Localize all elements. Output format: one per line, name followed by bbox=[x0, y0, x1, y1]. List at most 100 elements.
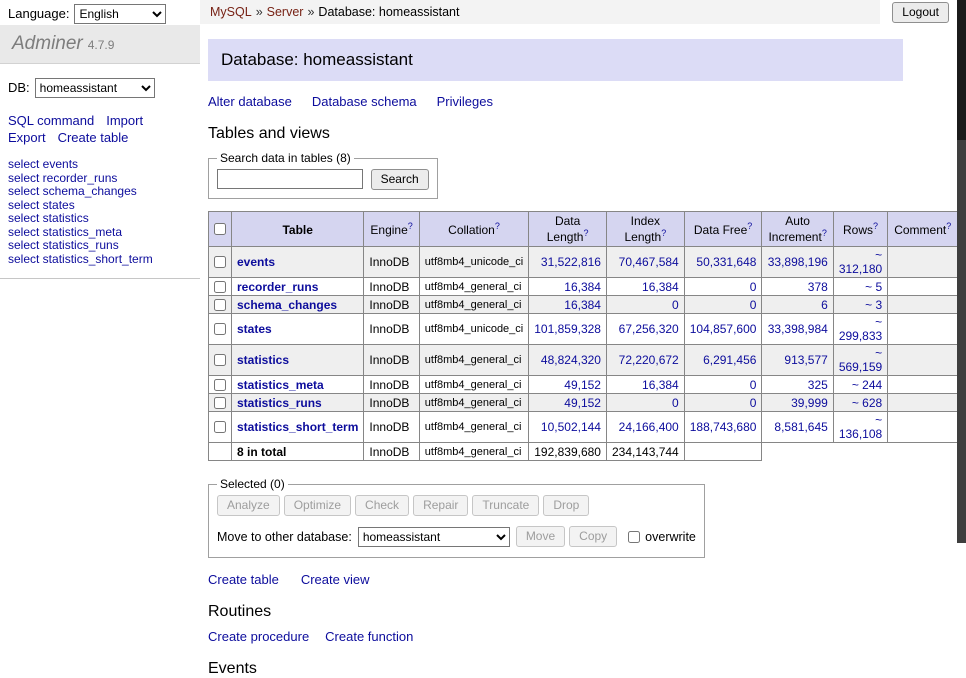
selected-action-button[interactable]: Truncate bbox=[472, 495, 539, 516]
auto-increment-link[interactable]: 378 bbox=[808, 280, 828, 294]
table-link[interactable]: statistics bbox=[237, 353, 289, 367]
help-link[interactable]: ? bbox=[747, 221, 752, 231]
data-free-link[interactable]: 50,331,648 bbox=[696, 255, 756, 269]
row-checkbox[interactable] bbox=[214, 421, 226, 433]
data-length-link[interactable]: 31,522,816 bbox=[541, 255, 601, 269]
data-length-link[interactable]: 48,824,320 bbox=[541, 353, 601, 367]
sidebar-nav-link[interactable]: Export bbox=[8, 130, 46, 145]
rows-link[interactable]: ~ 299,833 bbox=[839, 315, 882, 343]
sidebar-table-link[interactable]: select statistics bbox=[8, 212, 200, 226]
rows-link[interactable]: ~ 628 bbox=[852, 396, 882, 410]
auto-increment-link[interactable]: 8,581,645 bbox=[774, 420, 827, 434]
sidebar-nav-link[interactable]: Create table bbox=[58, 130, 129, 145]
table-link[interactable]: events bbox=[237, 255, 275, 269]
data-free-link[interactable]: 0 bbox=[750, 280, 757, 294]
select-all-checkbox[interactable] bbox=[214, 223, 226, 235]
sidebar-table-link[interactable]: select events bbox=[8, 158, 200, 172]
sidebar-table-link[interactable]: select recorder_runs bbox=[8, 172, 200, 186]
auto-increment-link[interactable]: 39,999 bbox=[791, 396, 828, 410]
selected-action-button[interactable]: Drop bbox=[543, 495, 589, 516]
row-checkbox[interactable] bbox=[214, 323, 226, 335]
row-checkbox[interactable] bbox=[214, 397, 226, 409]
row-checkbox[interactable] bbox=[214, 379, 226, 391]
scrollbar[interactable] bbox=[957, 0, 966, 543]
auto-increment-link[interactable]: 325 bbox=[808, 378, 828, 392]
row-checkbox[interactable] bbox=[214, 299, 226, 311]
auto-increment-link[interactable]: 913,577 bbox=[784, 353, 827, 367]
help-link[interactable]: ? bbox=[583, 228, 588, 238]
auto-increment-link[interactable]: 33,898,196 bbox=[768, 255, 828, 269]
database-action-link[interactable]: Privileges bbox=[437, 94, 493, 109]
index-length-link[interactable]: 0 bbox=[672, 396, 679, 410]
move-db-select[interactable]: homeassistant bbox=[358, 527, 510, 547]
language-select[interactable]: English bbox=[74, 4, 166, 24]
help-link[interactable]: ? bbox=[495, 221, 500, 231]
data-free-link[interactable]: 0 bbox=[750, 396, 757, 410]
rows-link[interactable]: ~ 312,180 bbox=[839, 248, 882, 276]
database-action-link[interactable]: Database schema bbox=[312, 94, 417, 109]
copy-button[interactable]: Copy bbox=[569, 526, 617, 547]
logout-button[interactable]: Logout bbox=[892, 2, 949, 23]
help-link[interactable]: ? bbox=[946, 221, 951, 231]
help-link[interactable]: ? bbox=[822, 228, 827, 238]
table-link[interactable]: statistics_short_term bbox=[237, 420, 358, 434]
sidebar-table-link[interactable]: select statistics_meta bbox=[8, 226, 200, 240]
auto-increment-link[interactable]: 6 bbox=[821, 298, 828, 312]
create-link[interactable]: Create table bbox=[208, 572, 279, 587]
table-link[interactable]: statistics_meta bbox=[237, 378, 324, 392]
table-link[interactable]: states bbox=[237, 322, 272, 336]
rows-link[interactable]: ~ 5 bbox=[865, 280, 882, 294]
overwrite-checkbox[interactable] bbox=[628, 531, 640, 543]
help-link[interactable]: ? bbox=[873, 221, 878, 231]
data-length-link[interactable]: 49,152 bbox=[564, 396, 601, 410]
row-checkbox[interactable] bbox=[214, 256, 226, 268]
index-length-link[interactable]: 70,467,584 bbox=[619, 255, 679, 269]
selected-action-button[interactable]: Check bbox=[355, 495, 409, 516]
row-checkbox[interactable] bbox=[214, 281, 226, 293]
data-length-link[interactable]: 10,502,144 bbox=[541, 420, 601, 434]
scrollbar-thumb[interactable] bbox=[957, 0, 966, 140]
help-link[interactable]: ? bbox=[408, 221, 413, 231]
rows-link[interactable]: ~ 3 bbox=[865, 298, 882, 312]
index-length-link[interactable]: 24,166,400 bbox=[619, 420, 679, 434]
index-length-link[interactable]: 67,256,320 bbox=[619, 322, 679, 336]
server-type-link[interactable]: MySQL bbox=[210, 5, 252, 19]
sidebar-table-link[interactable]: select states bbox=[8, 199, 200, 213]
rows-link[interactable]: ~ 244 bbox=[852, 378, 882, 392]
adminer-logo[interactable]: Adminer bbox=[12, 33, 83, 54]
routine-link[interactable]: Create procedure bbox=[208, 629, 309, 644]
sidebar-table-link[interactable]: select schema_changes bbox=[8, 185, 200, 199]
create-link[interactable]: Create view bbox=[301, 572, 370, 587]
sidebar-nav-link[interactable]: SQL command bbox=[8, 113, 94, 128]
db-select[interactable]: homeassistant bbox=[35, 78, 155, 98]
sidebar-table-link[interactable]: select statistics_runs bbox=[8, 239, 200, 253]
overwrite-label[interactable]: overwrite bbox=[645, 530, 696, 544]
search-button[interactable]: Search bbox=[371, 169, 429, 190]
selected-action-button[interactable]: Optimize bbox=[284, 495, 351, 516]
data-free-link[interactable]: 188,743,680 bbox=[690, 420, 757, 434]
selected-action-button[interactable]: Repair bbox=[413, 495, 468, 516]
table-link[interactable]: statistics_runs bbox=[237, 396, 322, 410]
routine-link[interactable]: Create function bbox=[325, 629, 413, 644]
index-length-link[interactable]: 16,384 bbox=[642, 280, 679, 294]
move-button[interactable]: Move bbox=[516, 526, 565, 547]
data-free-link[interactable]: 0 bbox=[750, 298, 757, 312]
rows-link[interactable]: ~ 136,108 bbox=[839, 413, 882, 441]
rows-link[interactable]: ~ 569,159 bbox=[839, 346, 882, 374]
search-input[interactable] bbox=[217, 169, 363, 189]
data-length-link[interactable]: 16,384 bbox=[564, 298, 601, 312]
table-link[interactable]: schema_changes bbox=[237, 298, 337, 312]
row-checkbox[interactable] bbox=[214, 354, 226, 366]
index-length-link[interactable]: 72,220,672 bbox=[619, 353, 679, 367]
data-length-link[interactable]: 49,152 bbox=[564, 378, 601, 392]
data-free-link[interactable]: 0 bbox=[750, 378, 757, 392]
data-length-link[interactable]: 101,859,328 bbox=[534, 322, 601, 336]
selected-action-button[interactable]: Analyze bbox=[217, 495, 280, 516]
table-link[interactable]: recorder_runs bbox=[237, 280, 318, 294]
sidebar-nav-link[interactable]: Import bbox=[106, 113, 143, 128]
data-length-link[interactable]: 16,384 bbox=[564, 280, 601, 294]
sidebar-table-link[interactable]: select statistics_short_term bbox=[8, 253, 200, 267]
database-action-link[interactable]: Alter database bbox=[208, 94, 292, 109]
index-length-link[interactable]: 0 bbox=[672, 298, 679, 312]
index-length-link[interactable]: 16,384 bbox=[642, 378, 679, 392]
